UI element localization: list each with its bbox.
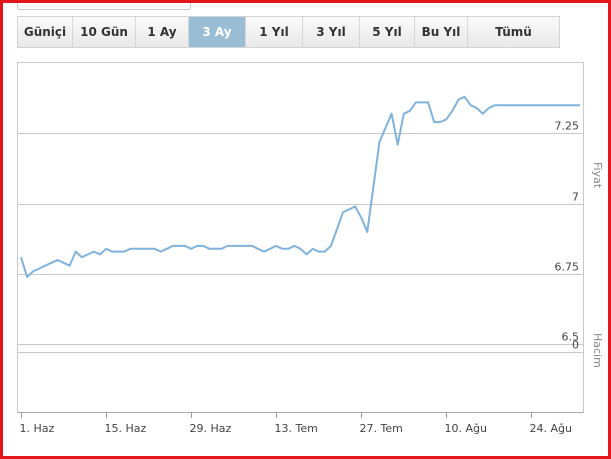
x-tick-label: 10. Ağu <box>445 422 487 435</box>
range-5y-button[interactable]: 5 Yıl <box>360 17 415 47</box>
range-10d-button[interactable]: 10 Gün <box>73 17 136 47</box>
top-toolbar-edge <box>17 0 191 10</box>
price-tick-label: 6.75 <box>555 261 580 274</box>
range-1m-button[interactable]: 1 Ay <box>136 17 189 47</box>
x-tick-label: 15. Haz <box>105 422 147 435</box>
range-ytd-button[interactable]: Bu Yıl <box>415 17 468 47</box>
volume-tick-label: 0 <box>572 339 579 352</box>
price-tick-label: 7.25 <box>555 120 580 133</box>
x-tick-label: 24. Ağu <box>530 422 572 435</box>
range-3m-button[interactable]: 3 Ay <box>189 17 246 47</box>
x-tick-label: 1. Haz <box>20 422 55 435</box>
price-chart-svg: 7.2576.756.501. Haz 15. Haz 29. Haz 13. Tem… <box>17 62 584 435</box>
x-tick-label: 13. Tem <box>275 422 318 435</box>
range-selector: Güniçi 10 Gün 1 Ay 3 Ay 1 Yıl 3 Yıl 5 Yı… <box>17 16 560 48</box>
volume-axis-label: Hacim <box>591 333 604 368</box>
range-all-button[interactable]: Tümü <box>468 17 559 47</box>
plot-border <box>17 62 584 413</box>
x-tick-label: 27. Tem <box>360 422 403 435</box>
x-tick-label: 29. Haz <box>190 422 232 435</box>
range-3y-button[interactable]: 3 Yıl <box>303 17 360 47</box>
price-series-line <box>20 95 580 278</box>
price-tick-label: 7 <box>572 191 579 204</box>
price-chart: 7.25 7 6.75 6.5 0 1. Haz 15. Haz 29. Haz 13. Tem… <box>17 62 601 442</box>
price-axis-label: Fiyat <box>591 162 604 189</box>
range-1y-button[interactable]: 1 Yıl <box>246 17 303 47</box>
range-intraday-button[interactable]: Güniçi <box>18 17 73 47</box>
